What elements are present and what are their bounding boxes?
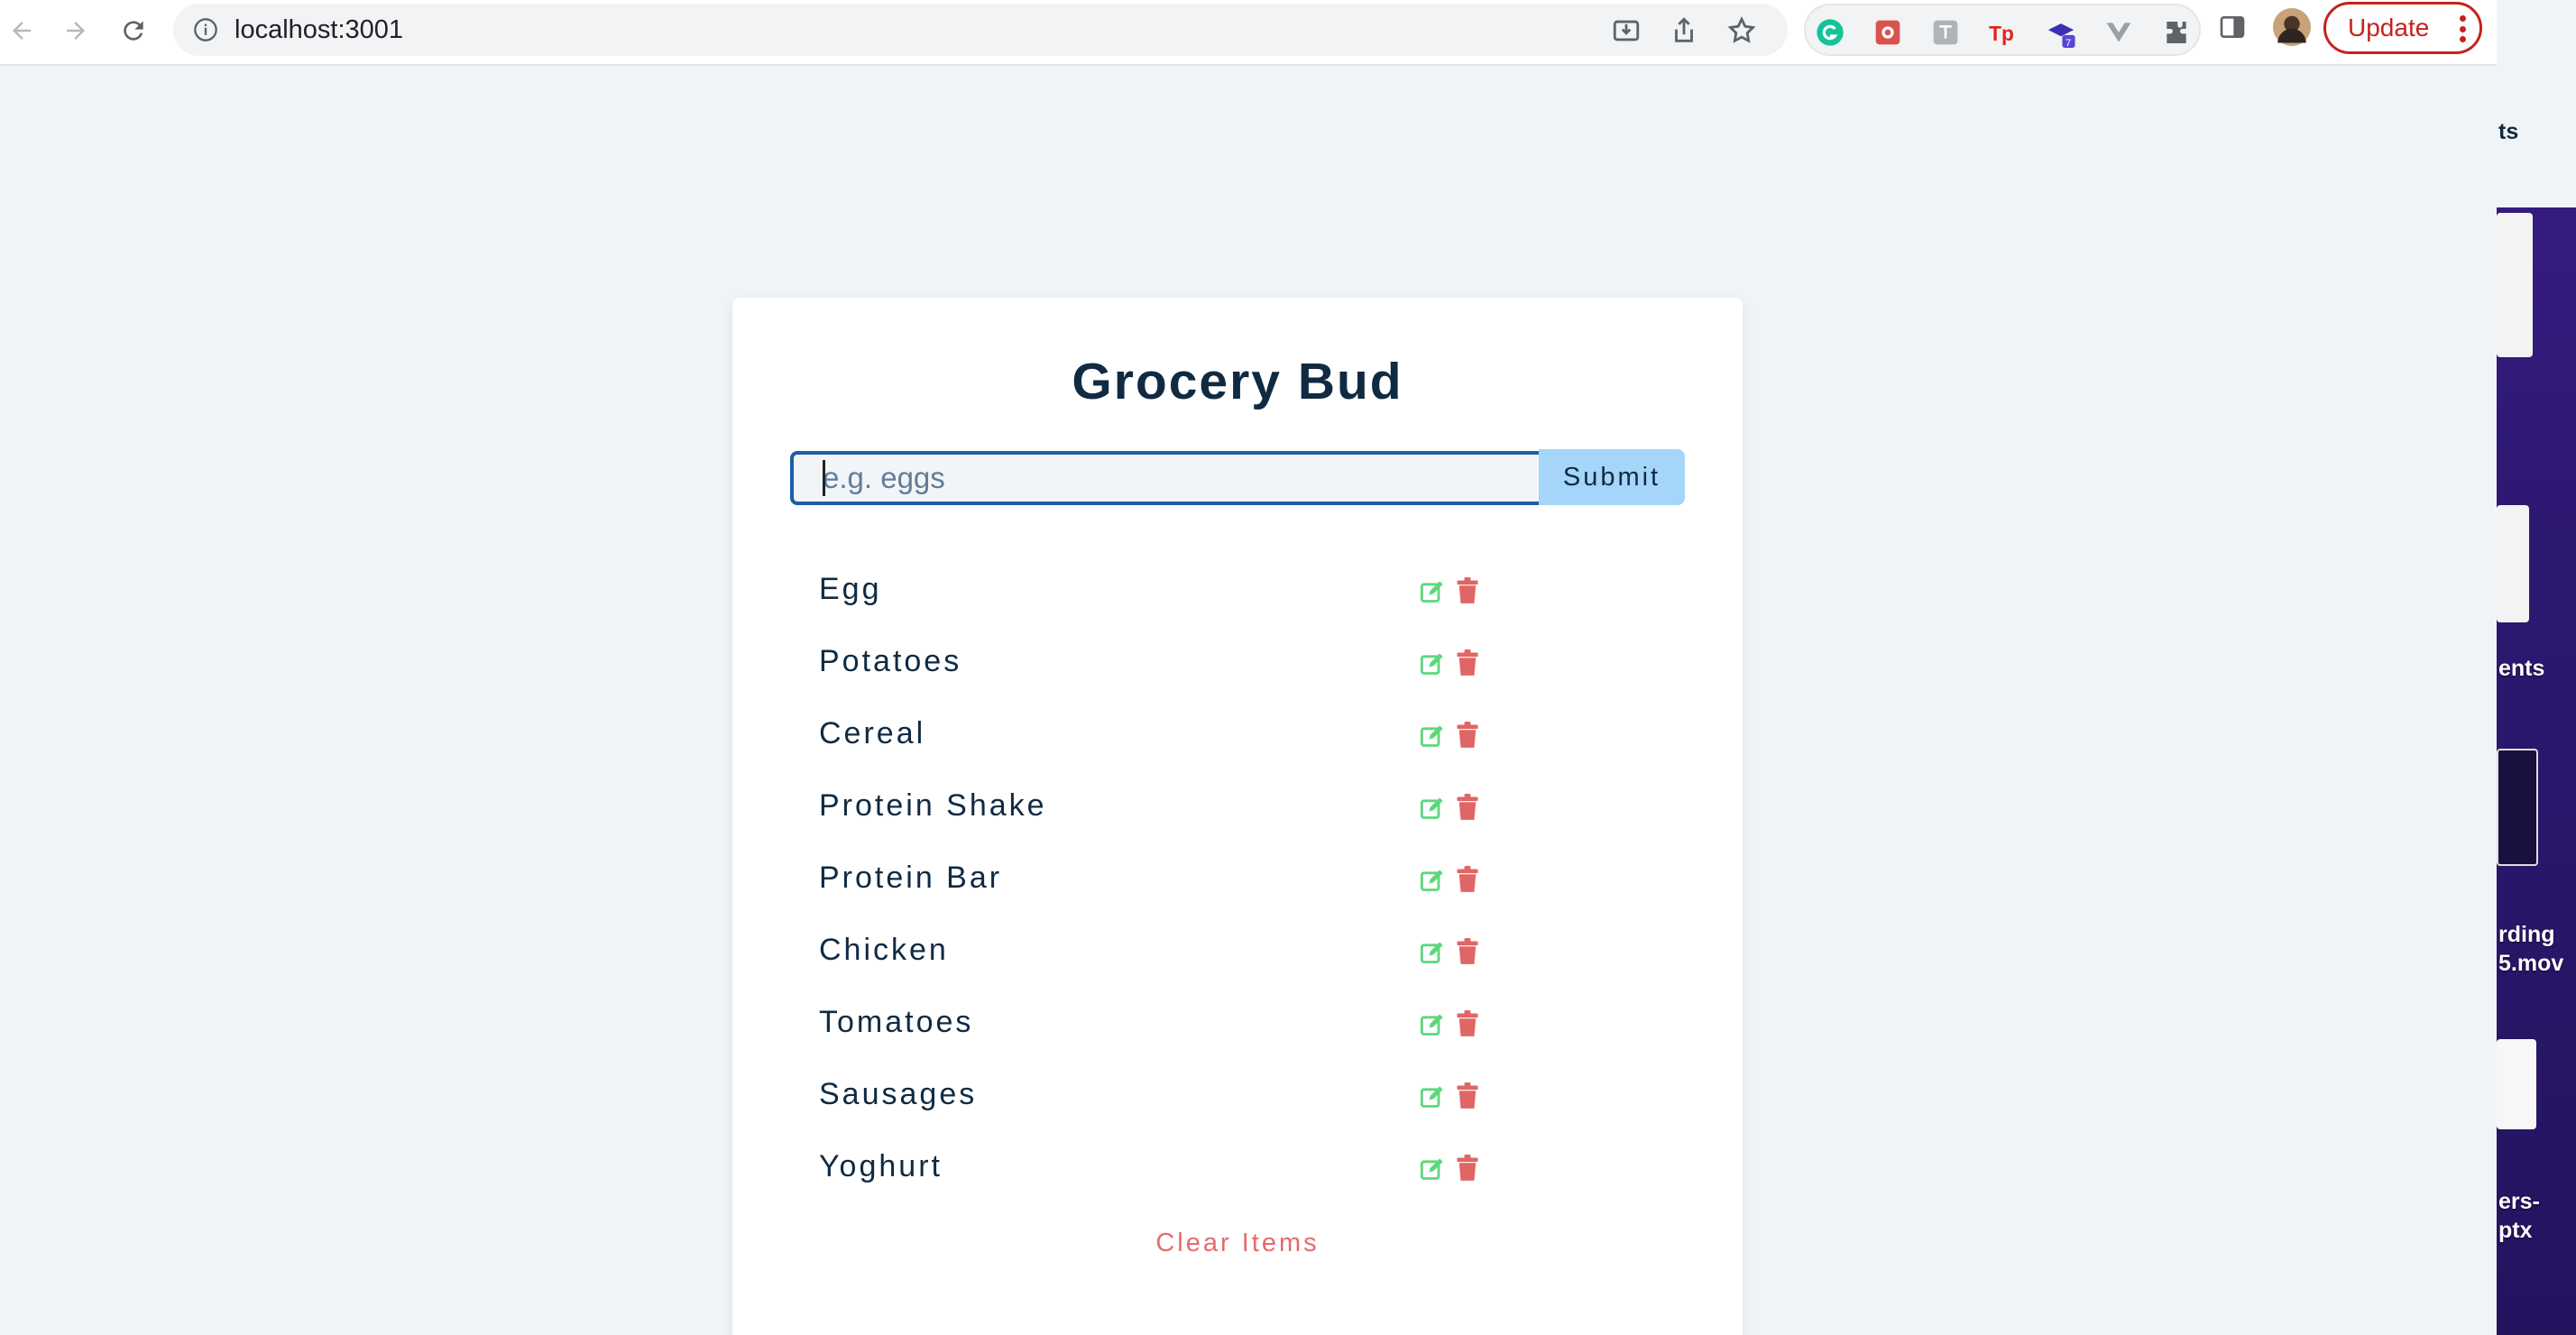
- desktop-file-thumbnail[interactable]: [2497, 505, 2529, 622]
- address-bar[interactable]: localhost:3001: [173, 4, 1788, 56]
- grocery-list: Egg Potatoes Cereal Protein Shake Protei…: [819, 556, 1667, 1205]
- side-panel-icon[interactable]: [2217, 12, 2248, 42]
- grocery-item-input[interactable]: [790, 451, 1550, 505]
- desktop-file-label[interactable]: ers-: [2498, 1189, 2540, 1215]
- extensions-group: Tp 7: [1804, 4, 2201, 56]
- item-name: Cereal: [819, 716, 926, 750]
- list-item: Egg: [819, 556, 1667, 628]
- edit-icon[interactable]: [1420, 1084, 1445, 1109]
- mortarboard-extension-icon[interactable]: 7: [2046, 17, 2076, 48]
- update-button-label: Update: [2348, 14, 2430, 41]
- extensions-puzzle-icon[interactable]: [2161, 17, 2192, 48]
- back-arrow-icon: [13, 22, 31, 40]
- trash-icon[interactable]: [1456, 794, 1479, 821]
- list-item: Yoghurt: [819, 1133, 1667, 1205]
- info-icon[interactable]: [193, 17, 218, 42]
- item-name: Protein Bar: [819, 861, 1003, 895]
- trash-icon[interactable]: [1456, 1082, 1479, 1109]
- grammarly-extension-icon[interactable]: [1815, 17, 1845, 48]
- item-name: Chicken: [819, 933, 949, 967]
- translate-extension-icon[interactable]: [1930, 17, 1961, 48]
- trash-icon[interactable]: [1456, 866, 1479, 893]
- back-button[interactable]: [0, 9, 43, 52]
- screenshot-extension-icon[interactable]: [1872, 17, 1903, 48]
- trash-icon[interactable]: [1456, 1155, 1479, 1182]
- desktop-file-thumbnail[interactable]: [2497, 1039, 2536, 1129]
- desktop-file-thumbnail[interactable]: [2497, 213, 2533, 357]
- trash-icon[interactable]: [1456, 649, 1479, 677]
- list-item: Cereal: [819, 700, 1667, 772]
- browser-toolbar: localhost:3001 Tp 7 Update: [0, 0, 2497, 66]
- desktop-file-label[interactable]: ptx: [2498, 1218, 2533, 1244]
- edit-icon[interactable]: [1420, 796, 1445, 821]
- trash-icon[interactable]: [1456, 722, 1479, 749]
- item-name: Egg: [819, 572, 882, 606]
- vue-devtools-icon[interactable]: [2103, 17, 2134, 48]
- list-item: Sausages: [819, 1061, 1667, 1133]
- desktop-background: ts ents rding 5.mov ers- ptx: [2497, 0, 2576, 1335]
- update-button[interactable]: Update: [2323, 2, 2482, 54]
- item-name: Sausages: [819, 1077, 978, 1111]
- profile-avatar[interactable]: [2273, 8, 2311, 46]
- list-item: Chicken: [819, 916, 1667, 989]
- edit-icon[interactable]: [1420, 868, 1445, 893]
- bookmark-star-icon[interactable]: [1726, 15, 1757, 46]
- page-title: Grocery Bud: [1072, 353, 1403, 410]
- reload-button[interactable]: [112, 9, 155, 52]
- list-item: Tomatoes: [819, 989, 1667, 1061]
- trash-icon[interactable]: [1456, 577, 1479, 604]
- clear-items-button[interactable]: Clear Items: [732, 1229, 1743, 1258]
- list-item: Protein Shake: [819, 772, 1667, 844]
- forward-arrow-icon: [67, 22, 85, 40]
- edit-icon[interactable]: [1420, 651, 1445, 677]
- trash-icon[interactable]: [1456, 938, 1479, 965]
- tp-extension-icon[interactable]: Tp: [1988, 17, 2019, 48]
- grocery-card: Grocery Bud Submit Egg Potatoes Cereal P…: [732, 298, 1743, 1335]
- edit-icon[interactable]: [1420, 579, 1445, 604]
- text-caret: [823, 460, 825, 496]
- edit-icon[interactable]: [1420, 940, 1445, 965]
- edit-icon[interactable]: [1420, 1012, 1445, 1037]
- item-name: Yoghurt: [819, 1149, 943, 1183]
- svg-text:Tp: Tp: [1989, 22, 2014, 45]
- extension-badge-count: 7: [2065, 38, 2071, 48]
- item-name: Tomatoes: [819, 1005, 974, 1039]
- edit-icon[interactable]: [1420, 723, 1445, 749]
- desktop-file-label[interactable]: 5.mov: [2498, 951, 2563, 977]
- reload-icon: [124, 21, 143, 41]
- forward-button[interactable]: [54, 9, 97, 52]
- item-name: Protein Shake: [819, 788, 1047, 823]
- trash-icon[interactable]: [1456, 1010, 1479, 1037]
- desktop-file-label[interactable]: ts: [2498, 119, 2518, 145]
- edit-icon[interactable]: [1420, 1156, 1445, 1182]
- desktop-file-label[interactable]: ents: [2498, 656, 2544, 682]
- share-icon[interactable]: [1669, 15, 1699, 46]
- install-app-icon[interactable]: [1611, 15, 1642, 46]
- submit-button[interactable]: Submit: [1539, 449, 1685, 505]
- list-item: Protein Bar: [819, 844, 1667, 916]
- desktop-file-thumbnail[interactable]: [2497, 749, 2538, 866]
- item-name: Potatoes: [819, 644, 962, 678]
- list-item: Potatoes: [819, 628, 1667, 700]
- more-menu-icon[interactable]: [2460, 15, 2467, 42]
- desktop-file-label[interactable]: rding: [2498, 922, 2555, 948]
- url-text[interactable]: localhost:3001: [235, 15, 403, 45]
